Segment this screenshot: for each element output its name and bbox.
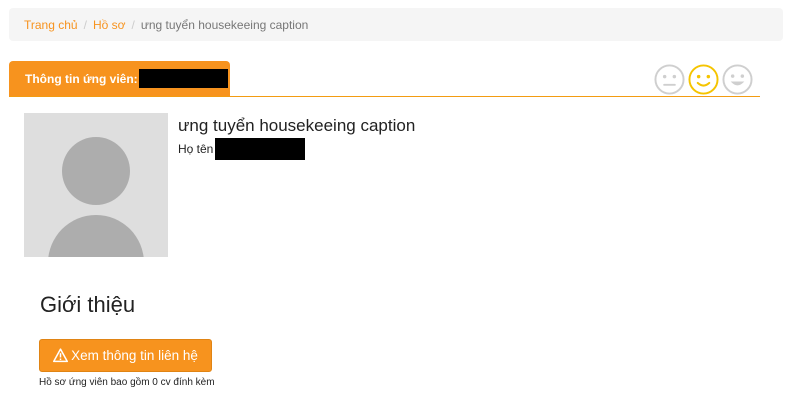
intro-heading: Giới thiệu bbox=[40, 292, 136, 317]
profile-title: ưng tuyển housekeeing caption bbox=[178, 116, 416, 135]
default-user-icon bbox=[48, 137, 144, 257]
profile-name-row: Họ tên bbox=[178, 138, 306, 160]
breadcrumb-separator: / bbox=[131, 17, 135, 32]
rating-faces bbox=[654, 64, 753, 95]
view-contact-button-label: Xem thông tin liên hệ bbox=[71, 348, 198, 363]
neutral-face-icon[interactable] bbox=[654, 64, 685, 95]
tab-candidate-info[interactable]: Thông tin ứng viên: bbox=[9, 61, 230, 96]
view-contact-button[interactable]: Xem thông tin liên hệ bbox=[39, 339, 212, 372]
candidate-tab-bar: Thông tin ứng viên: bbox=[9, 61, 760, 97]
redacted-candidate-name bbox=[138, 69, 228, 88]
redacted-full-name bbox=[215, 138, 306, 160]
breadcrumb-separator: / bbox=[83, 17, 87, 32]
cv-attachment-note: Hồ sơ ứng viên bao gồm 0 cv đính kèm bbox=[39, 377, 215, 388]
tab-candidate-info-label: Thông tin ứng viên: bbox=[25, 71, 138, 86]
breadcrumb-profile-link[interactable]: Hồ sơ bbox=[93, 18, 126, 32]
warning-icon bbox=[53, 348, 69, 363]
happy-face-icon[interactable] bbox=[722, 64, 753, 95]
name-label: Họ tên bbox=[178, 142, 214, 156]
avatar bbox=[24, 113, 168, 257]
breadcrumb: Trang chủ / Hồ sơ / ưng tuyển housekeein… bbox=[9, 8, 783, 41]
breadcrumb-current: ưng tuyển housekeeing caption bbox=[140, 17, 309, 32]
breadcrumb-home-link[interactable]: Trang chủ bbox=[24, 18, 78, 32]
smile-face-icon[interactable] bbox=[688, 64, 719, 95]
